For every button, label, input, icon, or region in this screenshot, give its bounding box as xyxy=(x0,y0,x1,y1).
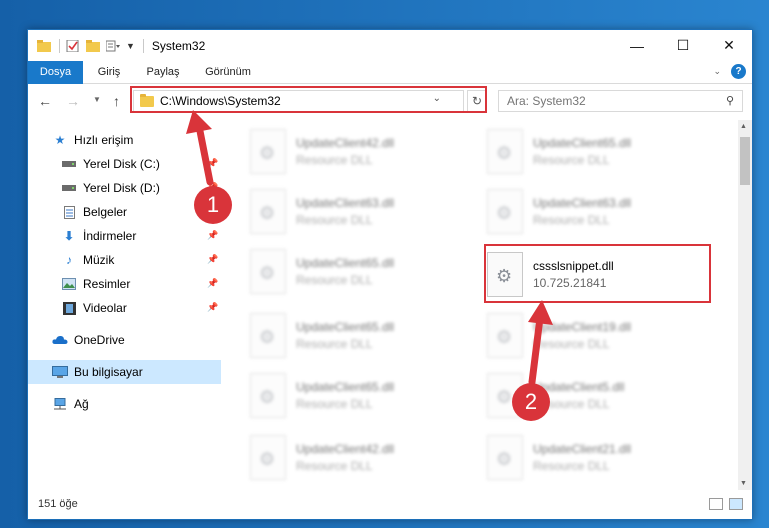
arrow-1 xyxy=(186,110,214,186)
step-1-badge: 1 xyxy=(194,186,232,224)
step-2-badge: 2 xyxy=(512,383,550,421)
callout-arrows xyxy=(186,110,553,386)
arrow-2 xyxy=(528,300,553,386)
